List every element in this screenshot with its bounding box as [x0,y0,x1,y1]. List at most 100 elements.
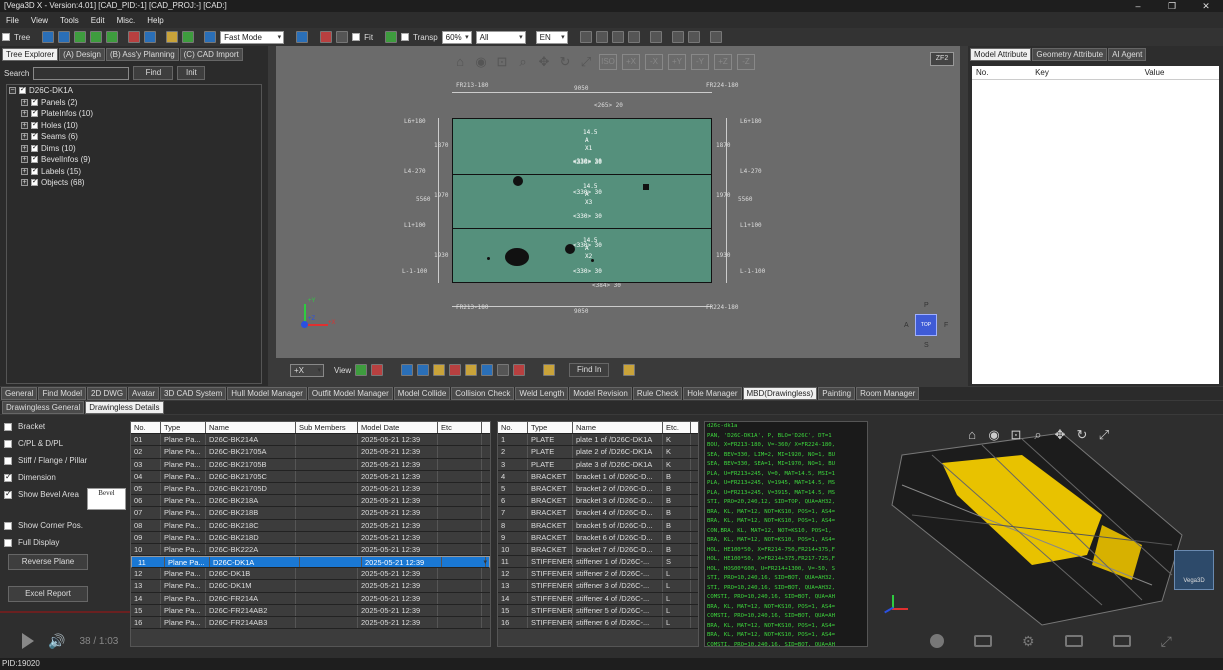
expand-icon[interactable]: + [21,133,28,141]
split-icon[interactable] [595,31,608,43]
table-row[interactable]: 10 Plane Pa... D26C-BK222A 2025-05-21 12:39 [131,543,490,557]
table-row[interactable]: 01 Plane Pa... D26C-BK214A 2025-05-21 12:39 [131,434,490,447]
item-checkbox[interactable] [31,143,38,152]
target-icon[interactable]: ◉ [986,427,1002,443]
drawing-viewport[interactable]: ⌂ ◉ ⊡ ⌕ ✥ ↻ ⤢ ISO +X -X +Y -Y +Z -Z ZF2 … [276,46,960,358]
item-checkbox[interactable] [31,154,38,164]
expand-icon[interactable]: + [21,156,28,164]
table-row[interactable]: 1 PLATE plate 1 of /D26C-DK1A K [498,434,698,447]
item-checkbox[interactable] [31,177,38,187]
color-icon[interactable] [320,31,333,43]
tree-item[interactable]: +Objects (68) [7,177,261,189]
option-show-bevel-area[interactable]: Show Bevel Area Bevel [4,487,126,510]
option-checkbox[interactable] [4,439,12,448]
deck-plate-drawing[interactable]: <330> 30 <330> 30 <330> 30 14.5 A X1 <33… [452,118,712,283]
table-row[interactable]: 6 BRACKET bracket 3 of /D26C-D... B [498,495,698,508]
miniplayer-icon[interactable] [1064,635,1083,647]
table-row[interactable]: 12 STIFFENER stiffener 2 of /D26C-... L [498,568,698,581]
curve-icon[interactable] [401,364,414,376]
tab-design[interactable]: (A) Design [59,48,105,61]
tab-drawingless-details[interactable]: Drawingless Details [85,401,164,414]
layer-icon[interactable] [543,364,556,376]
tab-outfit-model-manager[interactable]: Outfit Model Manager [307,387,393,400]
tree-item[interactable]: +PlateInfos (10) [7,108,261,120]
dim-d-icon[interactable] [433,364,446,376]
view-minus-y-button[interactable]: -Y [691,54,709,70]
tree-item[interactable]: +Panels (2) [7,97,261,109]
table-row[interactable]: 14 Plane Pa... D26C-FR214A 2025-05-21 12:39 [131,592,490,605]
fit-icon[interactable]: ⤢ [1096,427,1112,443]
option-full-display[interactable]: Full Display [4,537,126,548]
view-plus-z-button[interactable]: +Z [714,54,732,70]
pan-icon[interactable]: ✥ [536,54,552,70]
volume-icon[interactable]: 🔊 [48,633,65,650]
tab-room-manager[interactable]: Room Manager [856,387,920,400]
search-input[interactable] [33,66,130,80]
save-icon[interactable] [58,31,71,43]
menu-view[interactable]: View [25,16,54,25]
tree-item[interactable]: +Seams (6) [7,131,261,143]
fullscreen-icon[interactable]: ⤢ [1161,633,1172,650]
expand-icon[interactable]: + [21,144,28,152]
tab-find-model[interactable]: Find Model [38,387,87,400]
cube-top-face[interactable]: TOP [915,314,937,336]
grid-icon[interactable] [627,31,640,43]
table-row[interactable]: 11 Plane Pa... D26C-DK1A 2025-05-21 12:39 [131,556,490,569]
tab-weld-length[interactable]: Weld Length [515,387,569,400]
tab-avatar[interactable]: Avatar [128,387,160,400]
table-row[interactable]: 09 Plane Pa... D26C-BK218D 2025-05-21 12:39 [131,531,490,544]
table-row[interactable]: 06 Plane Pa... D26C-BK218A 2025-05-21 12:39 [131,495,490,508]
table-row[interactable]: 04 Plane Pa... D26C-BK21705C 2025-05-21 12:… [131,470,490,483]
home-icon[interactable]: ⌂ [452,54,468,70]
measure-icon[interactable] [385,31,398,43]
expand-icon[interactable]: + [21,121,28,129]
box-icon[interactable] [371,364,384,376]
tree-root[interactable]: − D26C-DK1A [7,85,261,97]
pin-icon[interactable] [649,31,662,43]
refresh-icon[interactable] [182,31,195,43]
window-icon[interactable] [709,31,722,43]
table-row[interactable]: 4 BRACKET bracket 1 of /D26C-D... B [498,470,698,483]
tab-model-attribute[interactable]: Model Attribute [970,48,1032,61]
panel-icon[interactable] [611,31,624,43]
view-direction-select[interactable]: +X [290,363,324,377]
fit-icon[interactable]: ⤢ [578,54,594,70]
close-button[interactable]: ✕ [1189,0,1223,12]
tab-tree-explorer[interactable]: Tree Explorer [2,48,59,61]
reverse-plane-button[interactable]: Reverse Plane [8,554,88,570]
tab-painting[interactable]: Painting [818,387,856,400]
item-checkbox[interactable] [31,108,38,118]
tab-general[interactable]: General [1,387,38,400]
tree-item[interactable]: +Labels (15) [7,166,261,178]
dim-dy-icon[interactable] [465,364,478,376]
target-icon[interactable] [417,364,430,376]
option-checkbox[interactable] [4,422,12,431]
dim-dz-icon[interactable] [481,364,494,376]
mode-icon[interactable] [204,31,217,43]
option-stiff-flange-pillar[interactable]: Stiff / Flange / Pillar [4,455,126,466]
item-checkbox[interactable] [31,97,38,106]
table-row[interactable]: 13 Plane Pa... D26C-DK1M 2025-05-21 12:39 [131,580,490,593]
link-icon[interactable] [144,31,157,43]
play-icon[interactable] [22,633,34,649]
tree-checkbox[interactable] [2,33,10,41]
target-icon[interactable]: ◉ [473,54,489,70]
menu-help[interactable]: Help [141,16,169,25]
table-row[interactable]: 5 BRACKET bracket 2 of /D26C-D... B [498,482,698,496]
maximize-button[interactable]: ❐ [1155,0,1189,12]
collapse-icon[interactable]: − [9,87,16,95]
table-row[interactable]: 11 STIFFENER stiffener 1 of /D26C-... S [498,556,698,569]
snap-icon[interactable] [497,364,510,376]
table-row[interactable]: 02 Plane Pa... D26C-BK21705A 2025-05-21 12:… [131,446,490,459]
zoom-icon[interactable]: ⌕ [1030,427,1046,443]
option-checkbox[interactable] [4,472,12,482]
tree-item[interactable]: +BevelInfos (9) [7,154,261,166]
render-mode-select[interactable]: Fast Mode [220,30,285,44]
table-row[interactable]: 7 BRACKET bracket 4 of /D26C-D... B [498,507,698,520]
sheet-icon[interactable] [106,31,119,43]
option-cpl-dpl[interactable]: C/PL & D/PL [4,438,126,449]
item-checkbox[interactable] [31,166,38,175]
view-minus-x-button[interactable]: -X [645,54,663,70]
view-plus-x-button[interactable]: +X [622,54,640,70]
tab-mbd-drawingless[interactable]: MBD(Drawingless) [742,387,818,400]
